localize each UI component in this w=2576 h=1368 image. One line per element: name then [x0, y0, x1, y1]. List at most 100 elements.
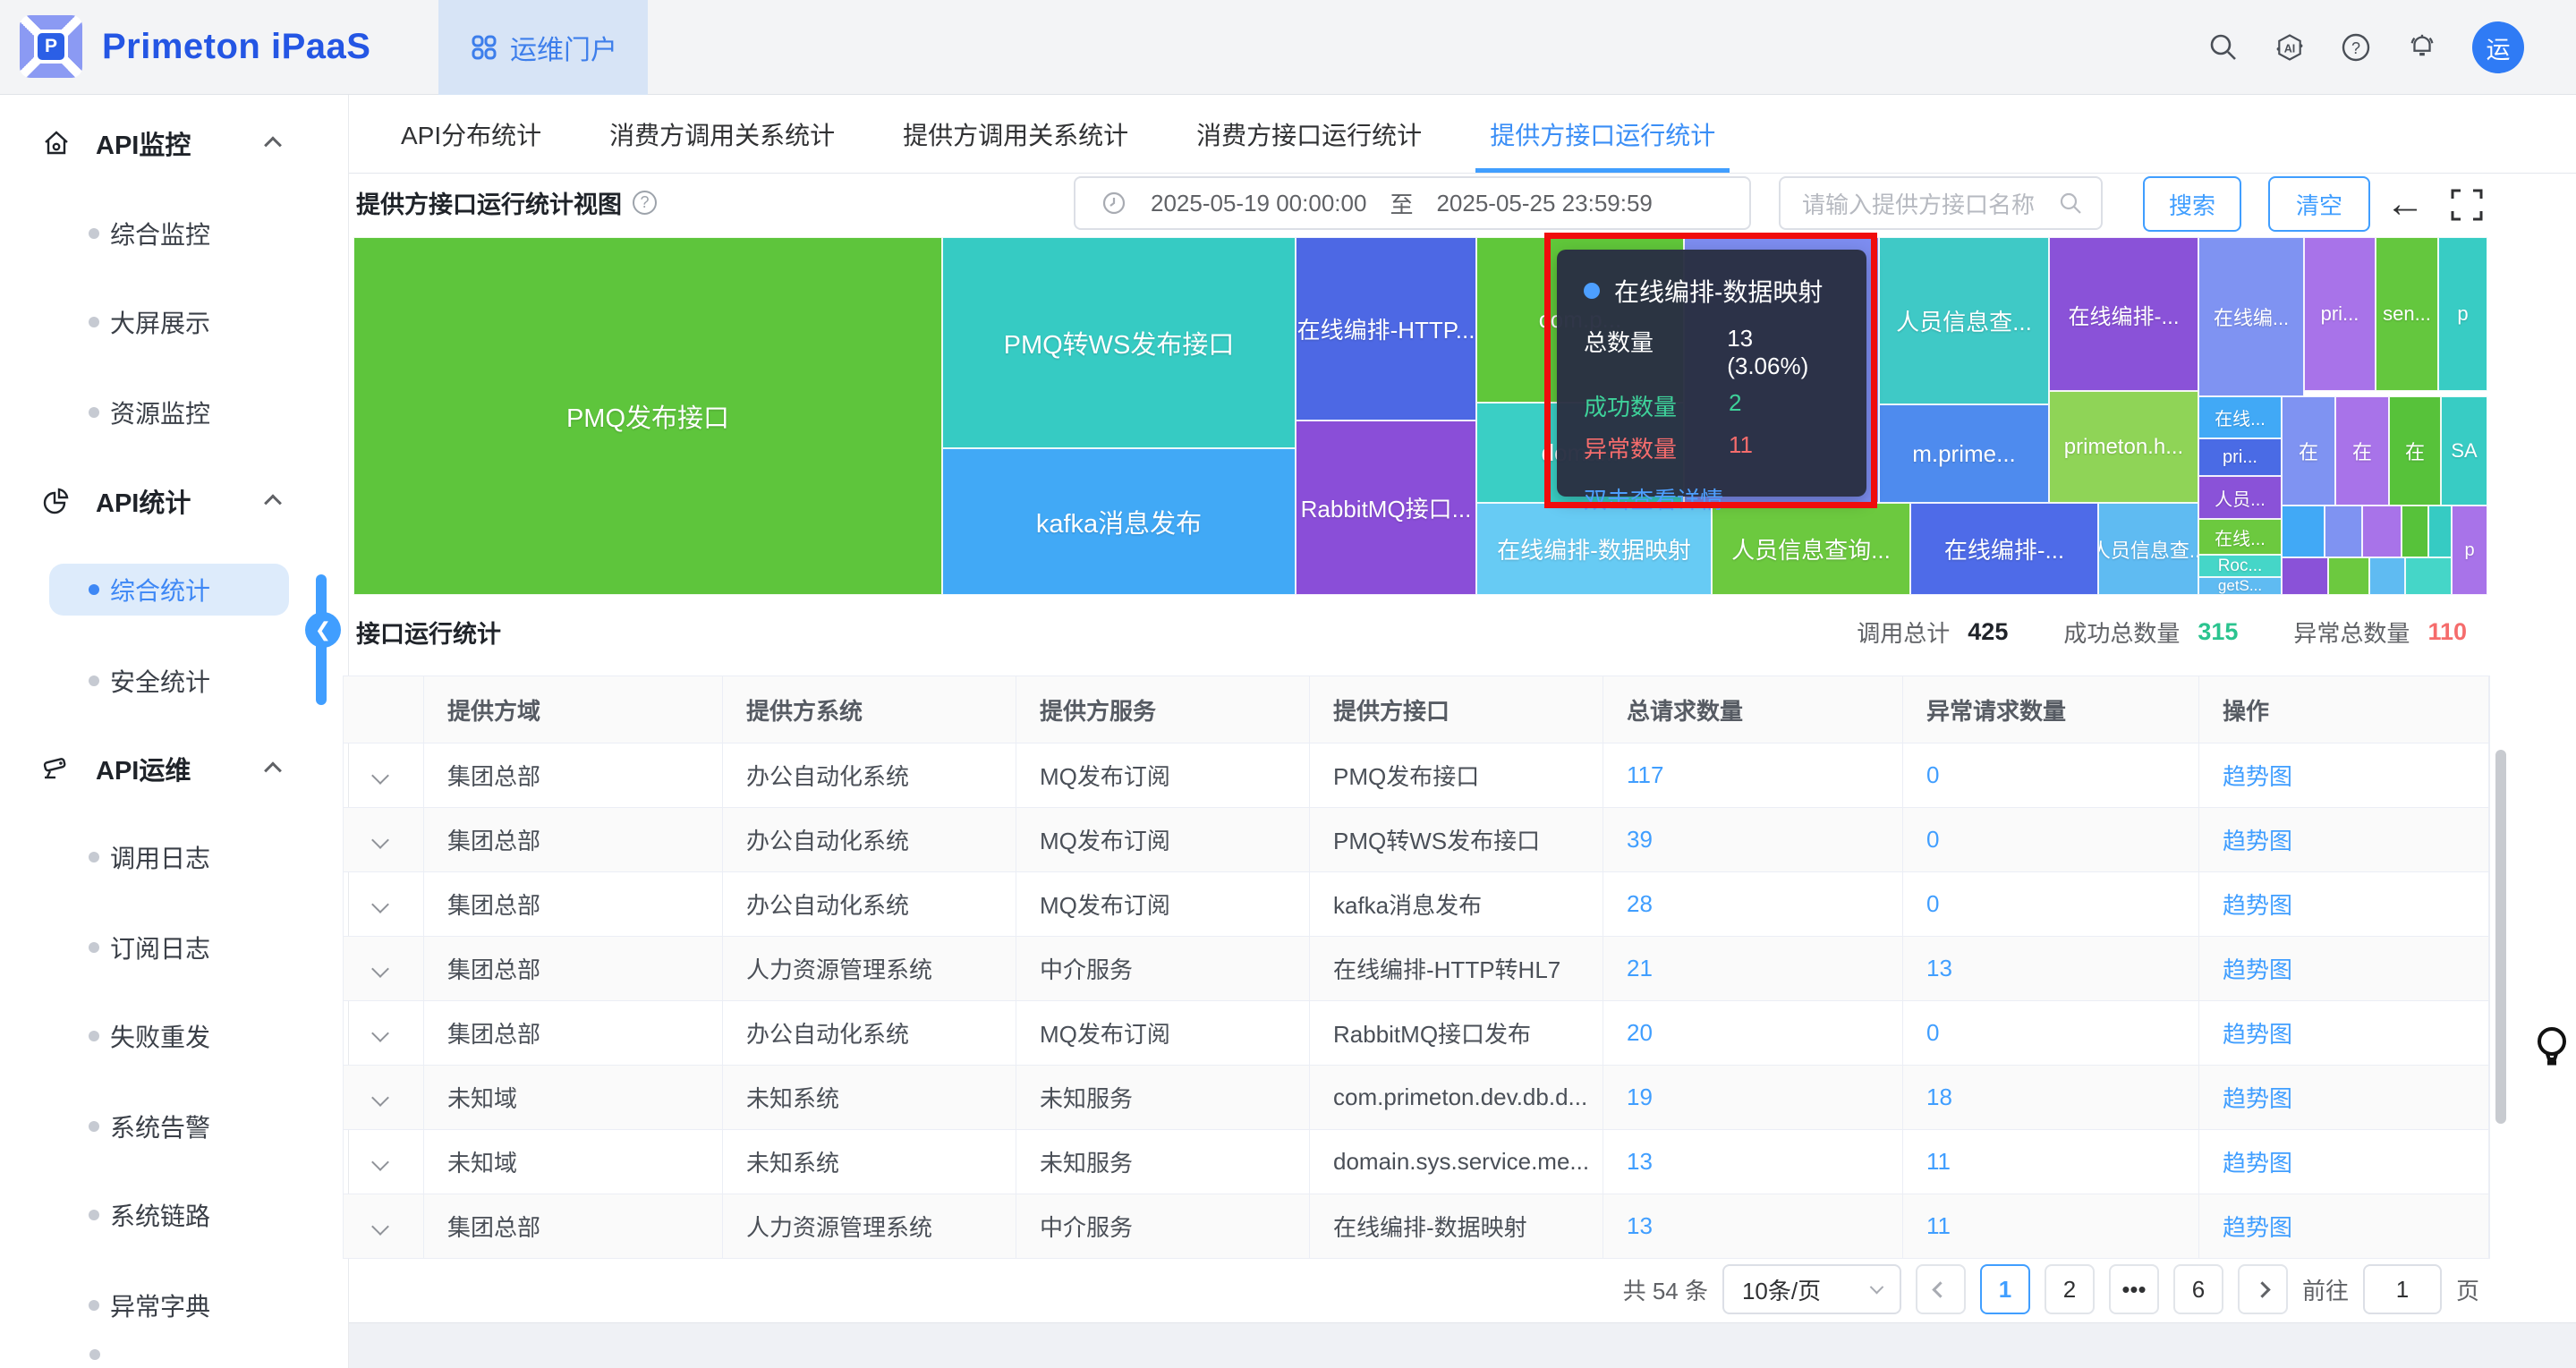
treemap-block[interactable]: p [2438, 237, 2487, 391]
ai-assistant-icon[interactable]: AI [2274, 31, 2306, 64]
treemap-block[interactable] [2402, 506, 2428, 557]
error-requests-link[interactable]: 0 [1903, 872, 2199, 937]
trend-chart-link[interactable]: 趋势图 [2199, 872, 2489, 937]
error-requests-link[interactable]: 11 [1903, 1130, 2199, 1194]
row-expand-toggle[interactable] [344, 1130, 424, 1194]
treemap-block[interactable] [2369, 557, 2405, 595]
trend-chart-link[interactable]: 趋势图 [2199, 1001, 2489, 1066]
portal-tab[interactable]: 运维门户 [438, 0, 648, 95]
sidebar-item-xitonglianlu[interactable]: 系统链路 [0, 1188, 349, 1242]
treemap-block[interactable]: RabbitMQ接口... [1296, 421, 1476, 595]
treemap-block[interactable]: sen... [2376, 237, 2438, 391]
trend-chart-link[interactable]: 趋势图 [2199, 1130, 2489, 1194]
error-requests-link[interactable]: 0 [1903, 743, 2199, 808]
treemap-block[interactable]: 人员信息查... [2098, 503, 2198, 595]
treemap-block[interactable]: Roc... [2198, 555, 2282, 577]
trend-chart-link[interactable]: 趋势图 [2199, 1194, 2489, 1259]
total-requests-link[interactable]: 39 [1603, 808, 1903, 872]
row-expand-toggle[interactable] [344, 1001, 424, 1066]
total-requests-link[interactable]: 13 [1603, 1194, 1903, 1259]
treemap-block[interactable]: primeton.h... [2049, 391, 2198, 503]
treemap-block[interactable]: 人员信息查询... [1712, 503, 1910, 595]
sidebar-group-api-monitor[interactable]: API监控 [0, 116, 349, 170]
treemap-block[interactable]: kafka消息发布 [942, 448, 1296, 595]
error-requests-link[interactable]: 13 [1903, 937, 2199, 1001]
bell-icon[interactable] [2406, 31, 2438, 64]
error-requests-link[interactable]: 11 [1903, 1194, 2199, 1259]
treemap-block[interactable]: 在 [2389, 396, 2441, 506]
sidebar-item-yichangzidian[interactable]: 异常字典 [0, 1279, 349, 1332]
page-ellipsis[interactable]: ••• [2109, 1264, 2159, 1314]
treemap-block[interactable]: 在 [2335, 396, 2389, 506]
treemap-block[interactable]: 在线... [2198, 519, 2282, 555]
treemap-block[interactable]: 人员信息查... [1879, 237, 2049, 404]
sidebar-item-shibaichongfa[interactable]: 失败重发 [0, 1009, 349, 1063]
sidebar-group-api-ops[interactable]: API运维 [0, 742, 349, 795]
treemap-block[interactable]: 在线编排-... [1910, 503, 2098, 595]
page-button-1[interactable]: 1 [1980, 1264, 2030, 1314]
treemap-block[interactable]: pri... [2198, 438, 2282, 476]
row-expand-toggle[interactable] [344, 808, 424, 872]
treemap-block[interactable] [2282, 506, 2325, 557]
treemap-block[interactable]: PMQ转WS发布接口 [942, 237, 1296, 448]
treemap-block[interactable]: 人员... [2198, 476, 2282, 519]
row-expand-toggle[interactable] [344, 743, 424, 808]
treemap-block[interactable] [2325, 506, 2362, 557]
provider-api-search-input[interactable]: 请输入提供方接口名称 [1779, 176, 2103, 230]
treemap-block[interactable]: PMQ发布接口 [353, 237, 942, 595]
sidebar-item-dingyuerizhi[interactable]: 订阅日志 [0, 921, 349, 974]
treemap-block[interactable]: 在线... [2198, 396, 2282, 438]
tab-consumer-api-run[interactable]: 消费方接口运行统计 [1196, 95, 1422, 173]
search-icon[interactable] [2207, 31, 2240, 64]
total-requests-link[interactable]: 117 [1603, 743, 1903, 808]
trend-chart-link[interactable]: 趋势图 [2199, 1066, 2489, 1130]
page-button-6[interactable]: 6 [2173, 1264, 2223, 1314]
tab-api-distribution[interactable]: API分布统计 [401, 95, 541, 173]
row-expand-toggle[interactable] [344, 1066, 424, 1130]
treemap-block[interactable]: p [2452, 506, 2487, 595]
fullscreen-icon[interactable] [2450, 188, 2484, 222]
trend-chart-link[interactable]: 趋势图 [2199, 743, 2489, 808]
search-button[interactable]: 搜索 [2143, 176, 2241, 232]
trend-chart-link[interactable]: 趋势图 [2199, 937, 2489, 1001]
treemap-block[interactable] [2405, 557, 2452, 595]
treemap-block[interactable] [2282, 557, 2328, 595]
page-button-2[interactable]: 2 [2045, 1264, 2095, 1314]
table-scrollbar[interactable] [2495, 750, 2506, 1124]
trend-chart-link[interactable]: 趋势图 [2199, 808, 2489, 872]
row-expand-toggle[interactable] [344, 872, 424, 937]
error-requests-link[interactable]: 18 [1903, 1066, 2199, 1130]
sidebar-item-zonghejiankong[interactable]: 综合监控 [0, 207, 349, 260]
treemap-block[interactable]: SA [2441, 396, 2487, 506]
goto-page-input[interactable]: 1 [2363, 1264, 2442, 1314]
total-requests-link[interactable]: 28 [1603, 872, 1903, 937]
total-requests-link[interactable]: 13 [1603, 1130, 1903, 1194]
error-requests-link[interactable]: 0 [1903, 1001, 2199, 1066]
lightbulb-icon[interactable] [2532, 1022, 2572, 1074]
total-requests-link[interactable]: 21 [1603, 937, 1903, 1001]
sidebar-item-anquantongji[interactable]: 安全统计 [0, 654, 349, 708]
sidebar-group-api-stats[interactable]: API统计 [0, 474, 349, 528]
row-expand-toggle[interactable] [344, 937, 424, 1001]
sidebar-item-daping[interactable]: 大屏展示 [0, 295, 349, 349]
back-arrow-icon[interactable]: ← [2385, 177, 2425, 231]
sidebar-collapse-handle[interactable]: ❮ [305, 612, 341, 648]
tab-provider-api-run[interactable]: 提供方接口运行统计 [1490, 95, 1715, 173]
treemap-block[interactable]: 在线编... [2198, 237, 2304, 396]
tab-provider-call-relation[interactable]: 提供方调用关系统计 [903, 95, 1128, 173]
treemap-block[interactable]: 在线编排-HTTP... [1296, 237, 1476, 421]
treemap-block[interactable]: 在 [2282, 396, 2335, 506]
treemap-block[interactable] [2428, 506, 2452, 557]
tab-consumer-call-relation[interactable]: 消费方调用关系统计 [609, 95, 835, 173]
sidebar-item-ziyuanjiankong[interactable]: 资源监控 [0, 386, 349, 439]
sidebar-item-diaoyongrizhi[interactable]: 调用日志 [0, 830, 349, 884]
prev-page-button[interactable] [1916, 1264, 1966, 1314]
date-range-picker[interactable]: 2025-05-19 00:00:00 至 2025-05-25 23:59:5… [1074, 176, 1751, 230]
treemap-block[interactable]: 在线编排-... [2049, 237, 2198, 391]
treemap-block[interactable]: m.prime... [1879, 404, 2049, 503]
clear-button[interactable]: 清空 [2268, 176, 2370, 232]
help-icon[interactable]: ? [2340, 31, 2372, 64]
total-requests-link[interactable]: 20 [1603, 1001, 1903, 1066]
tooltip-detail-hint[interactable]: 双击查看详情 [1584, 482, 1840, 515]
sidebar-item-xitonggaojing[interactable]: 系统告警 [0, 1100, 349, 1153]
